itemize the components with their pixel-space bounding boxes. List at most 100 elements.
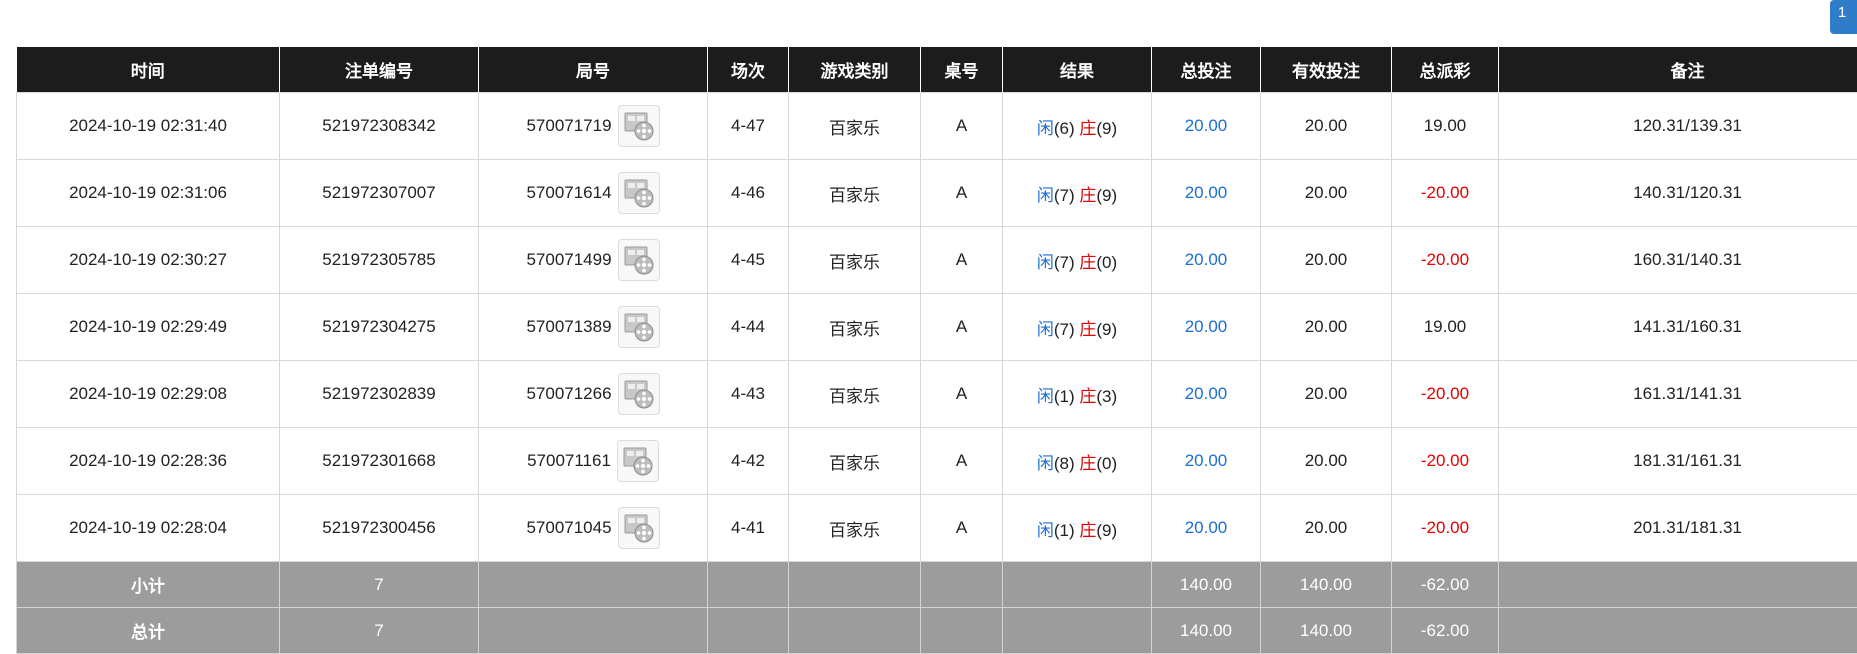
cell-session: 4-44 [708, 294, 789, 361]
cell-note: 120.31/139.31 [1499, 93, 1857, 160]
round-id-text: 570071389 [526, 317, 611, 337]
cell-round-id: 570071266 [479, 361, 708, 428]
round-id-text: 570071614 [526, 183, 611, 203]
cell-result: 闲(1) 庄(9) [1003, 495, 1152, 562]
round-id-text: 570071499 [526, 250, 611, 270]
player-score: (7) [1054, 320, 1075, 339]
pagination-page-button[interactable]: 1 [1830, 0, 1857, 34]
cell-game-type: 百家乐 [789, 495, 921, 562]
banker-score: (0) [1096, 454, 1117, 473]
cell-time: 2024-10-19 02:28:04 [17, 495, 280, 562]
cell-round-id: 570071045 [479, 495, 708, 562]
subtotal-total-bet: 140.00 [1152, 562, 1261, 608]
cell-game-type: 百家乐 [789, 428, 921, 495]
table-row: 2024-10-19 02:29:49 521972304275 5700713… [17, 294, 1857, 361]
cell-total-payout: -20.00 [1392, 495, 1499, 562]
cell-note: 161.31/141.31 [1499, 361, 1857, 428]
cell-total-bet: 20.00 [1152, 160, 1261, 227]
cell-note: 141.31/160.31 [1499, 294, 1857, 361]
banker-score: (9) [1096, 119, 1117, 138]
cell-total-bet: 20.00 [1152, 495, 1261, 562]
player-label: 闲 [1037, 521, 1054, 540]
subtotal-empty [921, 562, 1003, 608]
cell-total-payout: -20.00 [1392, 160, 1499, 227]
column-header-time: 时间 [17, 47, 280, 93]
round-id-text: 570071719 [526, 116, 611, 136]
banker-label: 庄 [1079, 253, 1096, 272]
player-score: (1) [1054, 521, 1075, 540]
cell-table-no: A [921, 428, 1003, 495]
cell-total-bet: 20.00 [1152, 93, 1261, 160]
subtotal-empty [479, 562, 708, 608]
cell-total-payout: -20.00 [1392, 227, 1499, 294]
film-reel-icon [622, 243, 656, 277]
subtotal-payout: -62.00 [1392, 562, 1499, 608]
cell-note: 160.31/140.31 [1499, 227, 1857, 294]
round-id-text: 570071266 [526, 384, 611, 404]
cell-game-type: 百家乐 [789, 227, 921, 294]
banker-score: (9) [1096, 186, 1117, 205]
cell-total-bet: 20.00 [1152, 428, 1261, 495]
cell-order-id: 521972304275 [280, 294, 479, 361]
total-empty [789, 608, 921, 654]
cell-result: 闲(7) 庄(9) [1003, 160, 1152, 227]
player-score: (6) [1054, 119, 1075, 138]
cell-round-id: 570071161 [479, 428, 708, 495]
player-label: 闲 [1037, 186, 1054, 205]
cell-table-no: A [921, 361, 1003, 428]
cell-table-no: A [921, 227, 1003, 294]
cell-order-id: 521972308342 [280, 93, 479, 160]
cell-game-type: 百家乐 [789, 294, 921, 361]
cell-result: 闲(6) 庄(9) [1003, 93, 1152, 160]
film-reel-icon [622, 176, 656, 210]
player-label: 闲 [1037, 253, 1054, 272]
cell-result: 闲(8) 庄(0) [1003, 428, 1152, 495]
total-total-bet: 140.00 [1152, 608, 1261, 654]
round-id-text: 570071045 [526, 518, 611, 538]
cell-table-no: A [921, 294, 1003, 361]
replay-video-button[interactable] [618, 306, 660, 348]
cell-valid-bet: 20.00 [1261, 428, 1392, 495]
cell-session: 4-43 [708, 361, 789, 428]
film-reel-icon [622, 109, 656, 143]
cell-total-payout: -20.00 [1392, 428, 1499, 495]
replay-video-button[interactable] [618, 105, 660, 147]
player-label: 闲 [1037, 387, 1054, 406]
banker-score: (3) [1096, 387, 1117, 406]
cell-order-id: 521972305785 [280, 227, 479, 294]
replay-video-button[interactable] [618, 172, 660, 214]
banker-label: 庄 [1079, 521, 1096, 540]
cell-total-bet: 20.00 [1152, 294, 1261, 361]
cell-total-bet: 20.00 [1152, 361, 1261, 428]
cell-time: 2024-10-19 02:29:08 [17, 361, 280, 428]
cell-time: 2024-10-19 02:29:49 [17, 294, 280, 361]
column-header-round-id: 局号 [479, 47, 708, 93]
player-label: 闲 [1037, 119, 1054, 138]
total-label: 总计 [17, 608, 280, 654]
total-row: 总计 7 140.00 140.00 -62.00 [17, 608, 1857, 654]
column-header-note: 备注 [1499, 47, 1857, 93]
cell-time: 2024-10-19 02:30:27 [17, 227, 280, 294]
table-row: 2024-10-19 02:28:36 521972301668 5700711… [17, 428, 1857, 495]
replay-video-button[interactable] [617, 440, 659, 482]
total-empty [708, 608, 789, 654]
bet-records-table: 时间 注单编号 局号 场次 游戏类别 桌号 结果 总投注 有效投注 总派彩 备注… [16, 47, 1857, 654]
player-score: (7) [1054, 253, 1075, 272]
cell-time: 2024-10-19 02:31:06 [17, 160, 280, 227]
player-label: 闲 [1037, 320, 1054, 339]
table-header-row: 时间 注单编号 局号 场次 游戏类别 桌号 结果 总投注 有效投注 总派彩 备注 [17, 47, 1857, 93]
replay-video-button[interactable] [618, 239, 660, 281]
total-count: 7 [280, 608, 479, 654]
cell-session: 4-46 [708, 160, 789, 227]
replay-video-button[interactable] [618, 373, 660, 415]
total-empty [921, 608, 1003, 654]
table-row: 2024-10-19 02:31:06 521972307007 5700716… [17, 160, 1857, 227]
film-reel-icon [622, 511, 656, 545]
cell-result: 闲(1) 庄(3) [1003, 361, 1152, 428]
replay-video-button[interactable] [618, 507, 660, 549]
cell-table-no: A [921, 93, 1003, 160]
table-row: 2024-10-19 02:28:04 521972300456 5700710… [17, 495, 1857, 562]
film-reel-icon [622, 377, 656, 411]
film-reel-icon [622, 310, 656, 344]
cell-session: 4-45 [708, 227, 789, 294]
